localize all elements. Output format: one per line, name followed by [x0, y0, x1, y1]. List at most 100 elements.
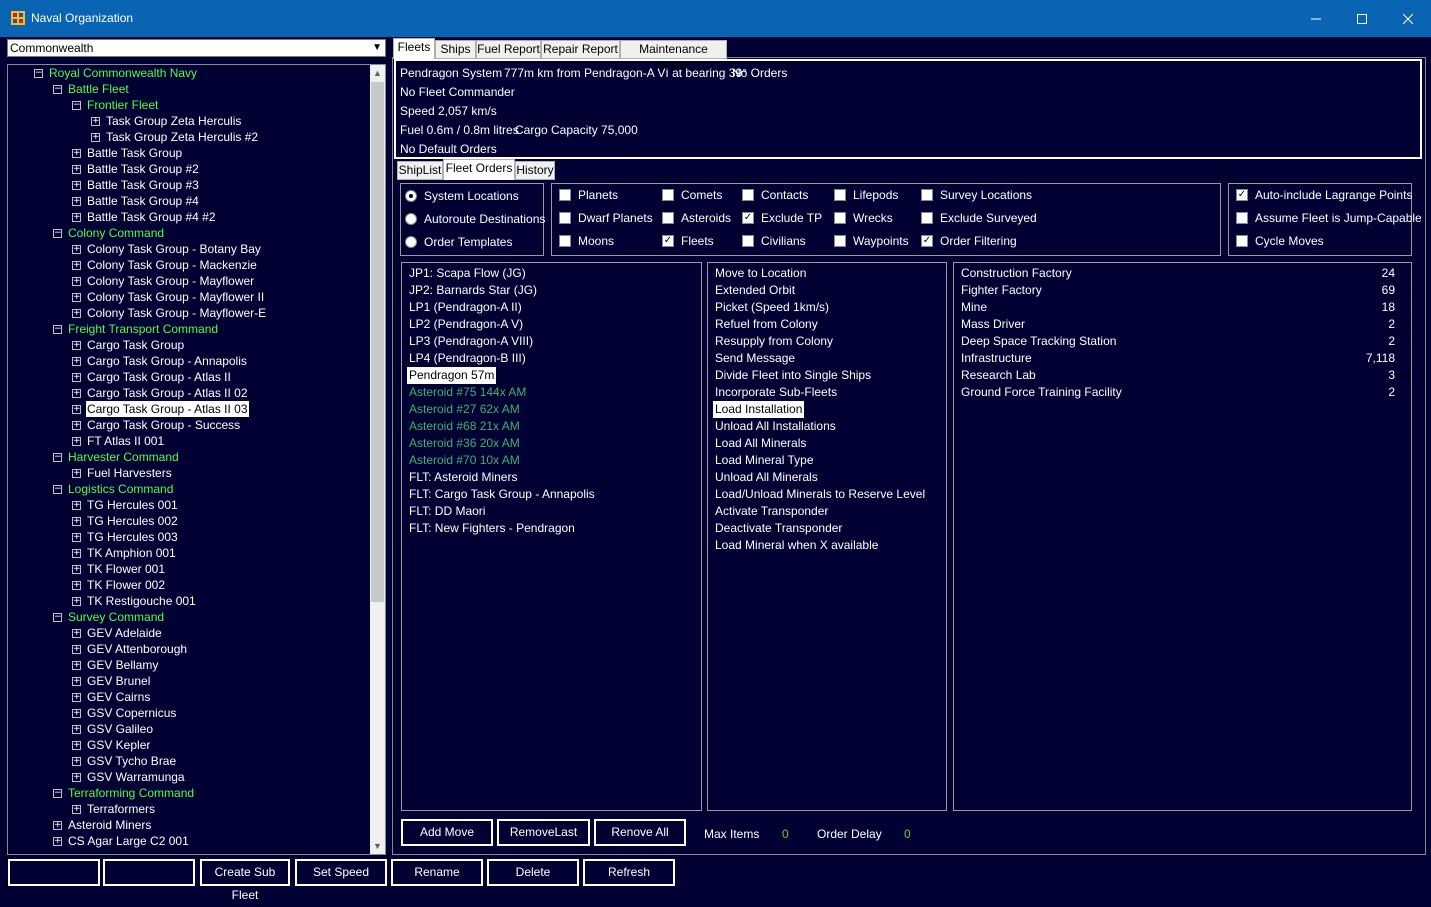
collapse-icon[interactable]: −: [53, 229, 62, 238]
filter-checkbox[interactable]: Dwarf Planets: [559, 210, 659, 226]
installation-row[interactable]: Mine 18: [959, 299, 1399, 316]
filter-checkbox[interactable]: Contacts: [742, 187, 842, 203]
collapse-icon[interactable]: −: [53, 613, 62, 622]
tab-maintenance-report[interactable]: Maintenance Report: [620, 40, 727, 73]
expand-icon[interactable]: +: [72, 293, 81, 302]
tree-node[interactable]: + Cargo Task Group: [8, 337, 368, 353]
installation-list[interactable]: Construction Factory 24 Fighter Factory 69 M…: [953, 262, 1412, 811]
unchecked-icon[interactable]: [559, 189, 571, 201]
add-move-button[interactable]: Add Move: [401, 819, 493, 846]
tree-node[interactable]: − Royal Commonwealth Navy: [8, 65, 368, 81]
action-item[interactable]: Activate Transponder: [713, 503, 830, 520]
expand-icon[interactable]: +: [72, 197, 81, 206]
tree-node[interactable]: + Cargo Task Group - Atlas II 03: [8, 401, 368, 417]
radio-option[interactable]: Order Templates: [405, 234, 540, 250]
expand-icon[interactable]: +: [72, 341, 81, 350]
action-item[interactable]: Deactivate Transponder: [713, 520, 844, 537]
installation-row[interactable]: Infrastructure 7,118: [959, 350, 1399, 367]
expand-icon[interactable]: +: [91, 117, 100, 126]
location-item[interactable]: FLT: Cargo Task Group - Annapolis: [407, 486, 597, 503]
tree-node[interactable]: − Logistics Command: [8, 481, 368, 497]
option-checkbox[interactable]: Cycle Moves: [1236, 233, 1408, 249]
tree-node[interactable]: + Asteroid Miners: [8, 817, 368, 833]
action-item[interactable]: Divide Fleet into Single Ships: [713, 367, 873, 384]
checked-icon[interactable]: ✓: [662, 235, 674, 247]
collapse-icon[interactable]: −: [34, 69, 43, 78]
tab-fleets[interactable]: Fleets: [393, 38, 435, 59]
scroll-down-icon[interactable]: ▼: [370, 838, 385, 854]
expand-icon[interactable]: +: [72, 741, 81, 750]
expand-icon[interactable]: +: [72, 501, 81, 510]
action-item[interactable]: Load Mineral Type: [713, 452, 816, 469]
bottom-button-5[interactable]: Delete: [487, 859, 579, 886]
filter-checkbox[interactable]: Exclude Surveyed: [921, 210, 1037, 226]
expand-icon[interactable]: +: [72, 309, 81, 318]
filter-checkbox[interactable]: Moons: [559, 233, 659, 249]
expand-icon[interactable]: +: [72, 661, 81, 670]
expand-icon[interactable]: +: [72, 805, 81, 814]
unchecked-icon[interactable]: [1236, 212, 1248, 224]
location-item[interactable]: LP4 (Pendragon-B III): [407, 350, 528, 367]
tree-node[interactable]: + Fuel Harvesters: [8, 465, 368, 481]
bottom-button-3[interactable]: Set Speed: [295, 859, 387, 886]
fleet-tree[interactable]: − Royal Commonwealth Navy − Battle Fleet − Fr…: [7, 64, 386, 855]
expand-icon[interactable]: +: [72, 469, 81, 478]
tree-node[interactable]: + TK Flower 001: [8, 561, 368, 577]
unchecked-icon[interactable]: [742, 189, 754, 201]
tree-node[interactable]: + Colony Task Group - Mayflower II: [8, 289, 368, 305]
collapse-icon[interactable]: −: [72, 101, 81, 110]
bottom-button-2[interactable]: Create Sub Fleet: [200, 859, 290, 902]
tree-node[interactable]: + CS Agar Large C2 001: [8, 833, 368, 849]
subtab-shiplist[interactable]: ShipList: [397, 161, 443, 180]
tree-node[interactable]: + Task Group Zeta Herculis: [8, 113, 368, 129]
expand-icon[interactable]: +: [72, 389, 81, 398]
expand-icon[interactable]: +: [72, 757, 81, 766]
tree-node[interactable]: + GEV Bellamy: [8, 657, 368, 673]
tree-node[interactable]: + Task Group Zeta Herculis #2: [8, 129, 368, 145]
tree-node[interactable]: + GSV Kepler: [8, 737, 368, 753]
action-item[interactable]: Incorporate Sub-Fleets: [713, 384, 839, 401]
tree-node[interactable]: + Colony Task Group - Mackenzie: [8, 257, 368, 273]
filter-checkbox[interactable]: Planets: [559, 187, 659, 203]
tree-node[interactable]: + Battle Task Group #4 #2: [8, 209, 368, 225]
subtab-fleet-orders[interactable]: Fleet Orders: [443, 159, 515, 180]
location-item[interactable]: FLT: DD Maori: [407, 503, 487, 520]
action-item[interactable]: Unload All Minerals: [713, 469, 820, 486]
removelast-button[interactable]: RemoveLast: [497, 819, 590, 846]
checked-icon[interactable]: ✓: [921, 235, 933, 247]
tree-node[interactable]: − Survey Command: [8, 609, 368, 625]
expand-icon[interactable]: +: [72, 149, 81, 158]
expand-icon[interactable]: +: [72, 709, 81, 718]
action-item[interactable]: Extended Orbit: [713, 282, 797, 299]
unchecked-icon[interactable]: [1236, 235, 1248, 247]
location-item[interactable]: Asteroid #75 144x AM: [407, 384, 528, 401]
radio-option[interactable]: System Locations: [405, 188, 540, 204]
tree-node[interactable]: + Cargo Task Group - Atlas II: [8, 369, 368, 385]
action-item[interactable]: Unload All Installations: [713, 418, 838, 435]
bottom-button-0[interactable]: [8, 859, 100, 886]
expand-icon[interactable]: +: [72, 549, 81, 558]
expand-icon[interactable]: +: [72, 357, 81, 366]
expand-icon[interactable]: +: [53, 821, 62, 830]
location-item[interactable]: LP3 (Pendragon-A VIII): [407, 333, 535, 350]
expand-icon[interactable]: +: [72, 421, 81, 430]
unchecked-icon[interactable]: [742, 235, 754, 247]
action-list[interactable]: Move to Location Extended Orbit Picket (Sp…: [707, 262, 947, 811]
tree-node[interactable]: + Colony Task Group - Mayflower: [8, 273, 368, 289]
expand-icon[interactable]: +: [72, 645, 81, 654]
maximize-button[interactable]: [1339, 0, 1385, 37]
installation-row[interactable]: Ground Force Training Facility 2: [959, 384, 1399, 401]
location-item[interactable]: Pendragon 57m: [407, 367, 497, 384]
expand-icon[interactable]: +: [72, 517, 81, 526]
tree-node[interactable]: + GSV Tycho Brae: [8, 753, 368, 769]
action-item[interactable]: Resupply from Colony: [713, 333, 835, 350]
option-checkbox[interactable]: ✓ Auto-include Lagrange Points: [1236, 187, 1412, 203]
unchecked-icon[interactable]: [834, 212, 846, 224]
location-item[interactable]: Asteroid #36 20x AM: [407, 435, 522, 452]
unchecked-icon[interactable]: [921, 189, 933, 201]
filter-checkbox[interactable]: ✓ Order Filtering: [921, 233, 1021, 249]
unchecked-icon[interactable]: [834, 189, 846, 201]
tree-node[interactable]: − Freight Transport Command: [8, 321, 368, 337]
tree-node[interactable]: + GSV Galileo: [8, 721, 368, 737]
expand-icon[interactable]: +: [72, 725, 81, 734]
